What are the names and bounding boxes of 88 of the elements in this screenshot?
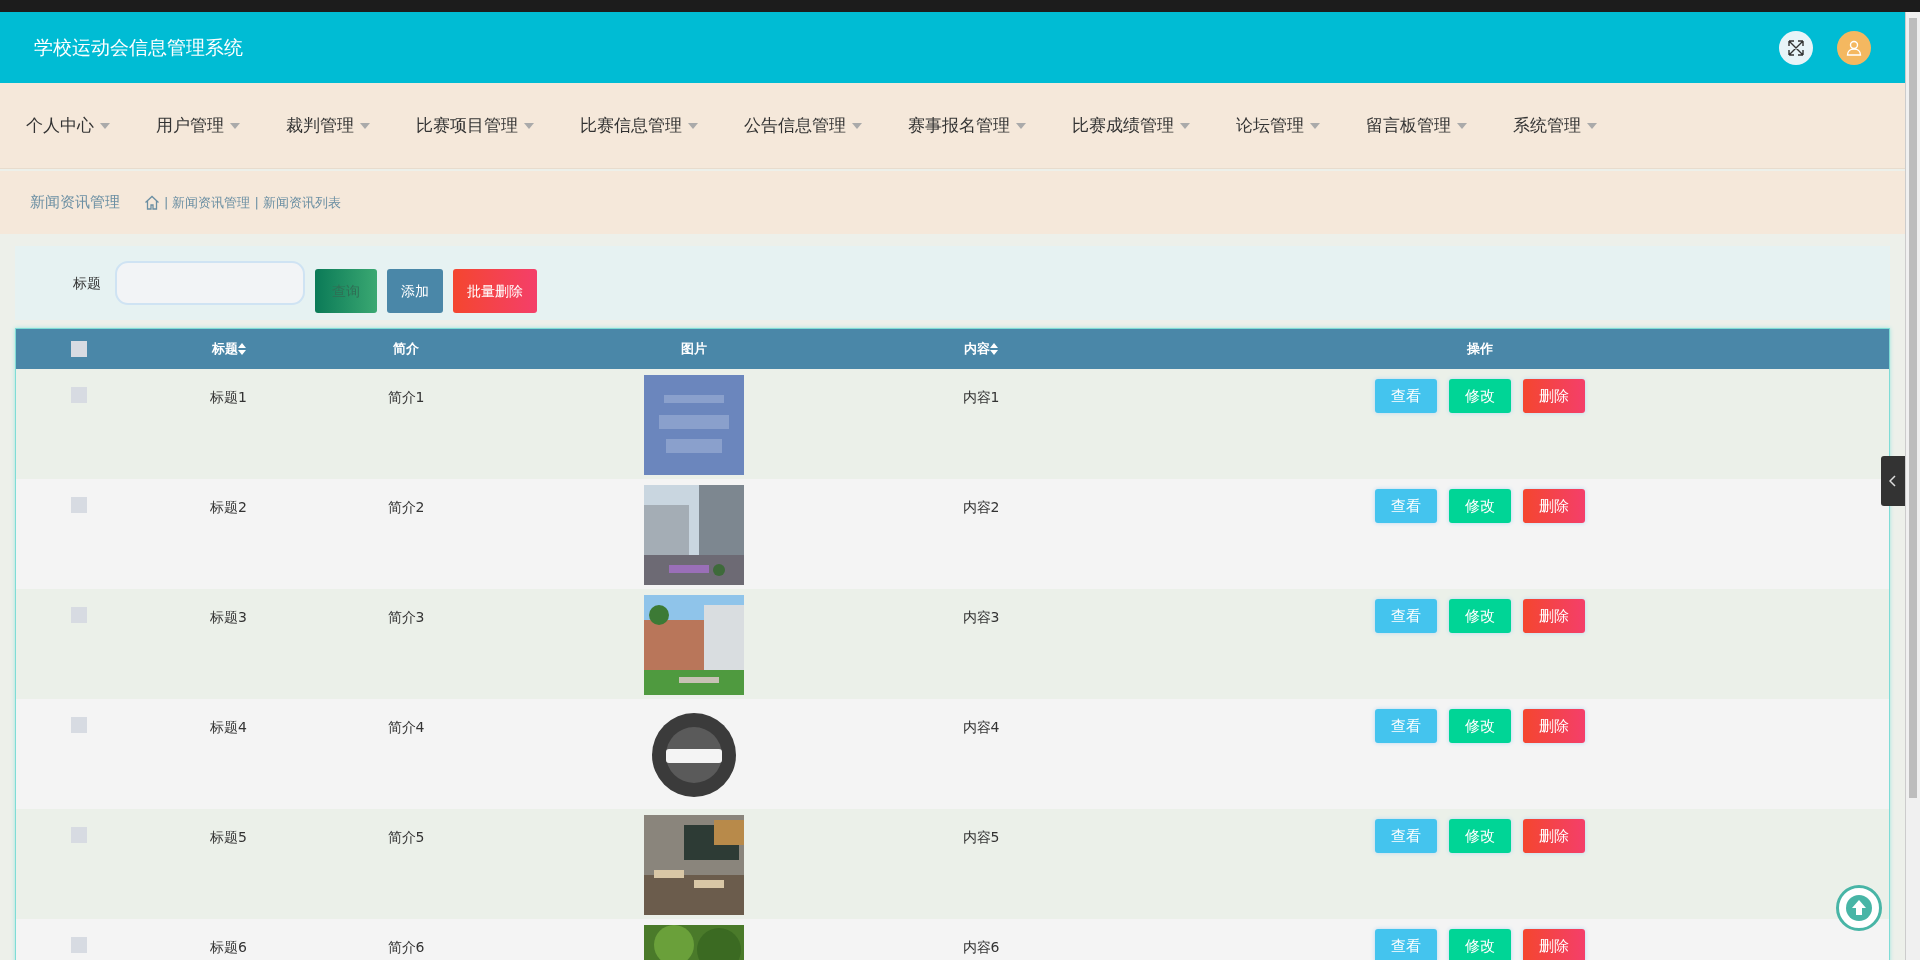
caret-icon: [100, 122, 110, 129]
table-cell-text: 内容2: [962, 498, 1000, 517]
expand-icon: [1788, 39, 1804, 56]
user-icon: [1846, 39, 1862, 56]
edit-button[interactable]: 修改: [1449, 599, 1511, 633]
edit-button[interactable]: 修改: [1449, 379, 1511, 413]
column-header: 简介: [393, 340, 419, 359]
delete-button[interactable]: 删除: [1523, 489, 1585, 523]
add-button[interactable]: 添加: [387, 269, 443, 313]
fullscreen-button[interactable]: [1779, 30, 1813, 65]
search-label: 标题: [73, 273, 101, 293]
nav-menu-item[interactable]: 比赛成绩管理: [1072, 112, 1190, 139]
table-cell-text: 标题4: [210, 718, 247, 737]
nav-menu-item[interactable]: 公告信息管理: [744, 112, 862, 139]
arrow-up-icon: [1846, 895, 1872, 921]
table-cell-text: 内容3: [962, 608, 1000, 627]
breadcrumb-section: 新闻资讯管理: [30, 191, 120, 214]
search-field[interactable]: [115, 261, 305, 305]
breadcrumb-separator: |: [164, 193, 169, 212]
caret-icon: [1016, 122, 1026, 129]
table-cell-text: 简介1: [387, 388, 425, 407]
row-checkbox[interactable]: [70, 937, 87, 953]
nav-menu-item[interactable]: 个人中心: [26, 112, 110, 139]
table-cell-text: 简介5: [387, 828, 425, 847]
edit-button[interactable]: 修改: [1449, 819, 1511, 853]
delete-button[interactable]: 删除: [1523, 599, 1585, 633]
breadcrumb-link[interactable]: 新闻资讯列表: [262, 192, 341, 213]
view-button[interactable]: 查看: [1375, 709, 1437, 743]
column-header: 图片: [680, 340, 707, 359]
table-cell-text: 标题3: [210, 608, 247, 627]
collapse-tab[interactable]: [1881, 456, 1905, 506]
caret-icon: [360, 122, 370, 129]
delete-button[interactable]: 删除: [1523, 929, 1585, 960]
caret-icon: [1587, 122, 1597, 129]
caret-icon: [524, 122, 534, 129]
select-all-checkbox[interactable]: [70, 341, 87, 357]
column-header[interactable]: 标题: [211, 339, 238, 359]
column-header: 操作: [1467, 340, 1493, 359]
nav-menu-item[interactable]: 系统管理: [1513, 112, 1597, 139]
chevron-left-icon: [1889, 475, 1897, 487]
batch-delete-button[interactable]: 批量删除: [453, 269, 537, 313]
delete-button[interactable]: 删除: [1523, 709, 1585, 743]
column-header[interactable]: 内容: [964, 339, 990, 359]
view-button[interactable]: 查看: [1375, 599, 1437, 633]
avatar-button[interactable]: [1837, 30, 1871, 65]
nav-menu-item[interactable]: 用户管理: [156, 112, 240, 139]
nav-menu-item[interactable]: 留言板管理: [1366, 112, 1467, 139]
table-cell-text: 标题2: [210, 498, 247, 517]
nav-menu-item[interactable]: 比赛信息管理: [580, 112, 698, 139]
caret-icon: [688, 122, 698, 129]
view-button[interactable]: 查看: [1375, 489, 1437, 523]
delete-button[interactable]: 删除: [1523, 819, 1585, 853]
row-checkbox[interactable]: [70, 497, 87, 513]
table-cell-text: 简介3: [387, 608, 425, 627]
caret-icon: [852, 122, 862, 129]
sort-icon: [990, 343, 998, 355]
edit-button[interactable]: 修改: [1449, 489, 1511, 523]
nav-menu-item[interactable]: 论坛管理: [1236, 112, 1320, 139]
nav-menu-item[interactable]: 赛事报名管理: [908, 112, 1026, 139]
home-icon[interactable]: [144, 195, 160, 210]
table-cell-text: 简介2: [387, 498, 425, 517]
sort-icon: [237, 343, 246, 355]
scrollbar[interactable]: [1905, 12, 1920, 960]
nav-menu-item[interactable]: 比赛项目管理: [416, 112, 534, 139]
app-title: 学校运动会信息管理系统: [34, 35, 243, 61]
view-button[interactable]: 查看: [1375, 379, 1437, 413]
table-cell-text: 简介6: [387, 938, 425, 957]
table-cell-text: 标题1: [210, 388, 247, 407]
edit-button[interactable]: 修改: [1449, 929, 1511, 960]
nav-menu-item[interactable]: 裁判管理: [286, 112, 370, 139]
view-button[interactable]: 查看: [1375, 929, 1437, 960]
caret-icon: [230, 122, 240, 129]
table-cell-text: 内容1: [962, 388, 1000, 407]
caret-icon: [1310, 122, 1320, 129]
view-button[interactable]: 查看: [1375, 819, 1437, 853]
table-cell-text: 内容4: [962, 718, 1000, 737]
edit-button[interactable]: 修改: [1449, 709, 1511, 743]
delete-button[interactable]: 删除: [1523, 379, 1585, 413]
table-cell-text: 内容5: [962, 828, 1000, 847]
table-cell-text: 标题6: [210, 938, 247, 957]
breadcrumb-separator: |: [254, 193, 259, 212]
caret-icon: [1180, 122, 1190, 129]
table-cell-text: 简介4: [387, 718, 425, 737]
breadcrumb-link[interactable]: 新闻资讯管理: [172, 192, 251, 213]
table-cell-text: 内容6: [962, 938, 1000, 957]
row-checkbox[interactable]: [70, 717, 87, 733]
table-cell-text: 标题5: [210, 828, 247, 847]
caret-icon: [1457, 122, 1467, 129]
